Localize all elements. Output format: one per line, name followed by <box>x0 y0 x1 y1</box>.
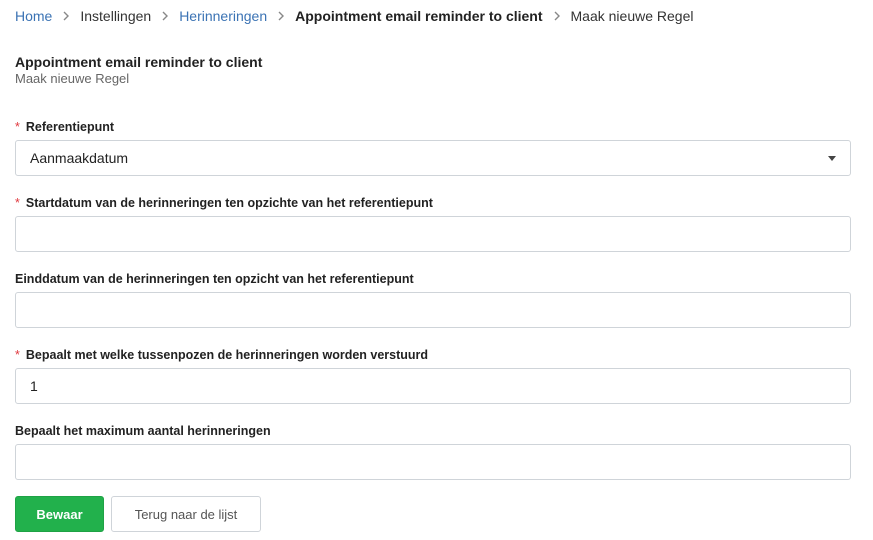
reference-label-text: Referentiepunt <box>25 120 115 134</box>
breadcrumb-reminder: Appointment email reminder to client <box>295 8 543 24</box>
start-input[interactable] <box>15 216 851 252</box>
interval-label: * Bepaalt met welke tussenpozen de herinn… <box>15 347 428 363</box>
interval-input[interactable] <box>15 368 851 404</box>
end-input[interactable] <box>15 292 851 328</box>
breadcrumb-instellingen: Instellingen <box>80 8 152 24</box>
breadcrumb: Home Instellingen Herinneringen Appointm… <box>15 7 693 25</box>
reference-label: * Referentiepunt <box>15 119 114 135</box>
interval-label-text: Bepaalt met welke tussenpozen de herinne… <box>25 348 429 362</box>
save-button[interactable]: Bewaar <box>15 496 104 532</box>
chevron-right-icon <box>52 11 80 21</box>
required-mark: * <box>15 120 20 134</box>
breadcrumb-current: Maak nieuwe Regel <box>570 8 694 24</box>
end-label: Einddatum van de herinneringen ten opzic… <box>15 271 414 287</box>
start-label-text: Startdatum van de herinneringen ten opzi… <box>25 196 433 210</box>
chevron-right-icon <box>543 11 571 21</box>
page-title: Appointment email reminder to client <box>15 54 263 70</box>
end-label-text: Einddatum van de herinneringen ten opzic… <box>15 272 414 286</box>
max-label: Bepaalt het maximum aantal herinneringen <box>15 423 271 439</box>
chevron-right-icon <box>151 11 179 21</box>
required-mark: * <box>15 196 20 210</box>
chevron-right-icon <box>267 11 295 21</box>
breadcrumb-home-link[interactable]: Home <box>15 7 52 25</box>
reference-select[interactable]: Aanmaakdatum <box>15 140 851 176</box>
back-to-list-button[interactable]: Terug naar de lijst <box>111 496 261 532</box>
max-input[interactable] <box>15 444 851 480</box>
breadcrumb-herinneringen-link[interactable]: Herinneringen <box>179 7 267 25</box>
caret-down-icon <box>828 155 836 161</box>
page-subtitle: Maak nieuwe Regel <box>15 71 130 86</box>
max-label-text: Bepaalt het maximum aantal herinneringen <box>15 424 271 438</box>
reference-select-value: Aanmaakdatum <box>30 150 129 166</box>
start-label: * Startdatum van de herinneringen ten opz… <box>15 195 433 211</box>
required-mark: * <box>15 348 20 362</box>
